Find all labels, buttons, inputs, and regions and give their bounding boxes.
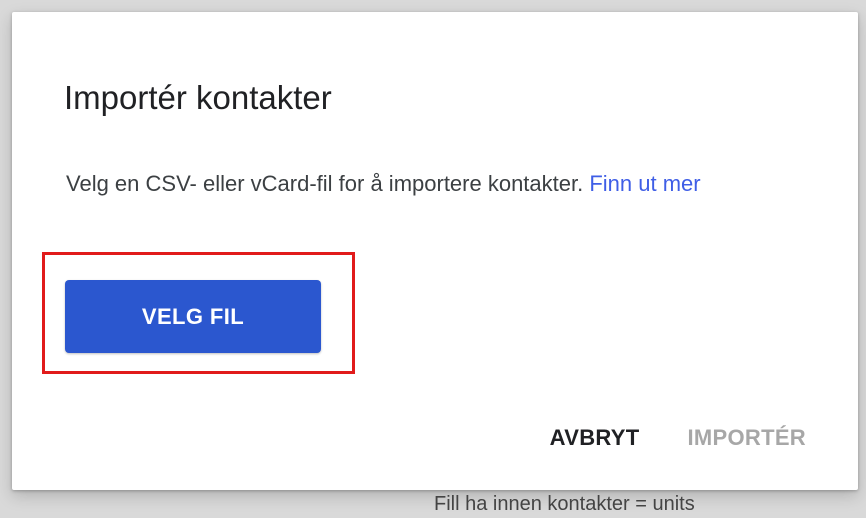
learn-more-link[interactable]: Finn ut mer <box>589 171 700 196</box>
cancel-button[interactable]: AVBRYT <box>550 425 640 451</box>
select-file-button[interactable]: VELG FIL <box>65 280 321 353</box>
dialog-title: Importér kontakter <box>64 79 332 116</box>
background-partial-text: Fill ha innen kontakter = units <box>434 493 695 515</box>
dialog-actions: AVBRYT IMPORTÉR <box>550 425 806 451</box>
screen-stage: Importér kontakter Velg en CSV- eller vC… <box>0 0 866 518</box>
import-contacts-dialog: Importér kontakter Velg en CSV- eller vC… <box>12 12 858 490</box>
description-text: Velg en CSV- eller vCard-fil for å impor… <box>66 171 584 196</box>
import-button[interactable]: IMPORTÉR <box>687 425 806 451</box>
dialog-description: Velg en CSV- eller vCard-fil for å impor… <box>66 167 826 201</box>
